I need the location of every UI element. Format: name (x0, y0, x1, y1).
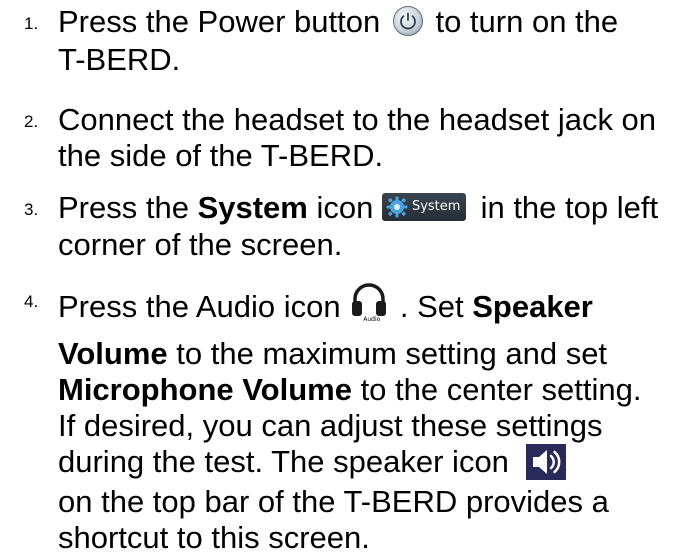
headphones-icon: Audio (349, 282, 389, 326)
power-button-icon (392, 5, 423, 36)
text-run: on the top bar of the T-BERD provides a (58, 484, 609, 519)
step-text: Connect the headset to the headset jack … (58, 102, 683, 174)
bold-term: Volume (58, 336, 168, 371)
step-line: Press the Power button to turn on the (58, 4, 683, 42)
audio-icon-label: Audio (363, 316, 381, 323)
text-run: Press the Power button (58, 4, 389, 39)
text-run: Connect the headset to the headset jack … (58, 102, 657, 137)
system-icon-label: System (411, 198, 461, 214)
step-line: If desired, you can adjust these setting… (58, 408, 683, 444)
step-line: the side of the T-BERD. (58, 138, 683, 174)
text-run: . Set (391, 289, 473, 325)
step-line: Press the System icon System in the top … (58, 190, 683, 227)
text-run: icon (307, 190, 382, 225)
text-run: T-BERD. (58, 41, 181, 77)
step-line: Press the Audio icon Audio . Set Speaker (58, 282, 683, 336)
step-line: T-BERD. (58, 42, 683, 78)
text-run: to the center setting. (351, 372, 642, 407)
step-text: Press the Power button to turn on the T-… (58, 4, 683, 78)
step-line: Microphone Volume to the center setting. (58, 372, 683, 408)
text-run: the side of the T-BERD. (58, 138, 384, 173)
text-run: Press the (58, 190, 198, 225)
step-number: 2. (24, 112, 39, 131)
speaker-volume-icon (525, 444, 566, 480)
step-text: Press the System icon System in the top … (58, 190, 683, 263)
step-line: corner of the screen. (58, 227, 683, 263)
step-number: 4. (24, 292, 39, 311)
text-run: shortcut to this screen. (58, 520, 370, 555)
step-line: shortcut to this screen. (58, 520, 683, 556)
bold-term: Speaker (472, 289, 593, 325)
bold-term: Microphone Volume (58, 372, 352, 407)
text-run: during the test. The speaker icon (58, 444, 518, 480)
text-run: to the maximum setting and set (167, 336, 608, 371)
text-run: corner of the screen. (58, 226, 343, 262)
step-text: Press the Audio icon Audio . Set Speaker… (58, 282, 683, 556)
text-run: Press the Audio icon (58, 289, 350, 325)
step-line: on the top bar of the T-BERD provides a (58, 484, 683, 520)
bold-term: System (197, 190, 308, 225)
step-number: 3. (24, 200, 39, 219)
text-run: If desired, you can adjust these setting… (58, 408, 603, 443)
step-number: 1. (24, 14, 39, 33)
text-run: in the top left (471, 190, 659, 225)
step-line: Connect the headset to the headset jack … (58, 102, 683, 138)
step-line: Volume to the maximum setting and set (58, 336, 683, 372)
step-line: during the test. The speaker icon (58, 444, 683, 484)
text-run: to turn on the (426, 4, 619, 39)
system-gear-icon: System (381, 192, 466, 221)
